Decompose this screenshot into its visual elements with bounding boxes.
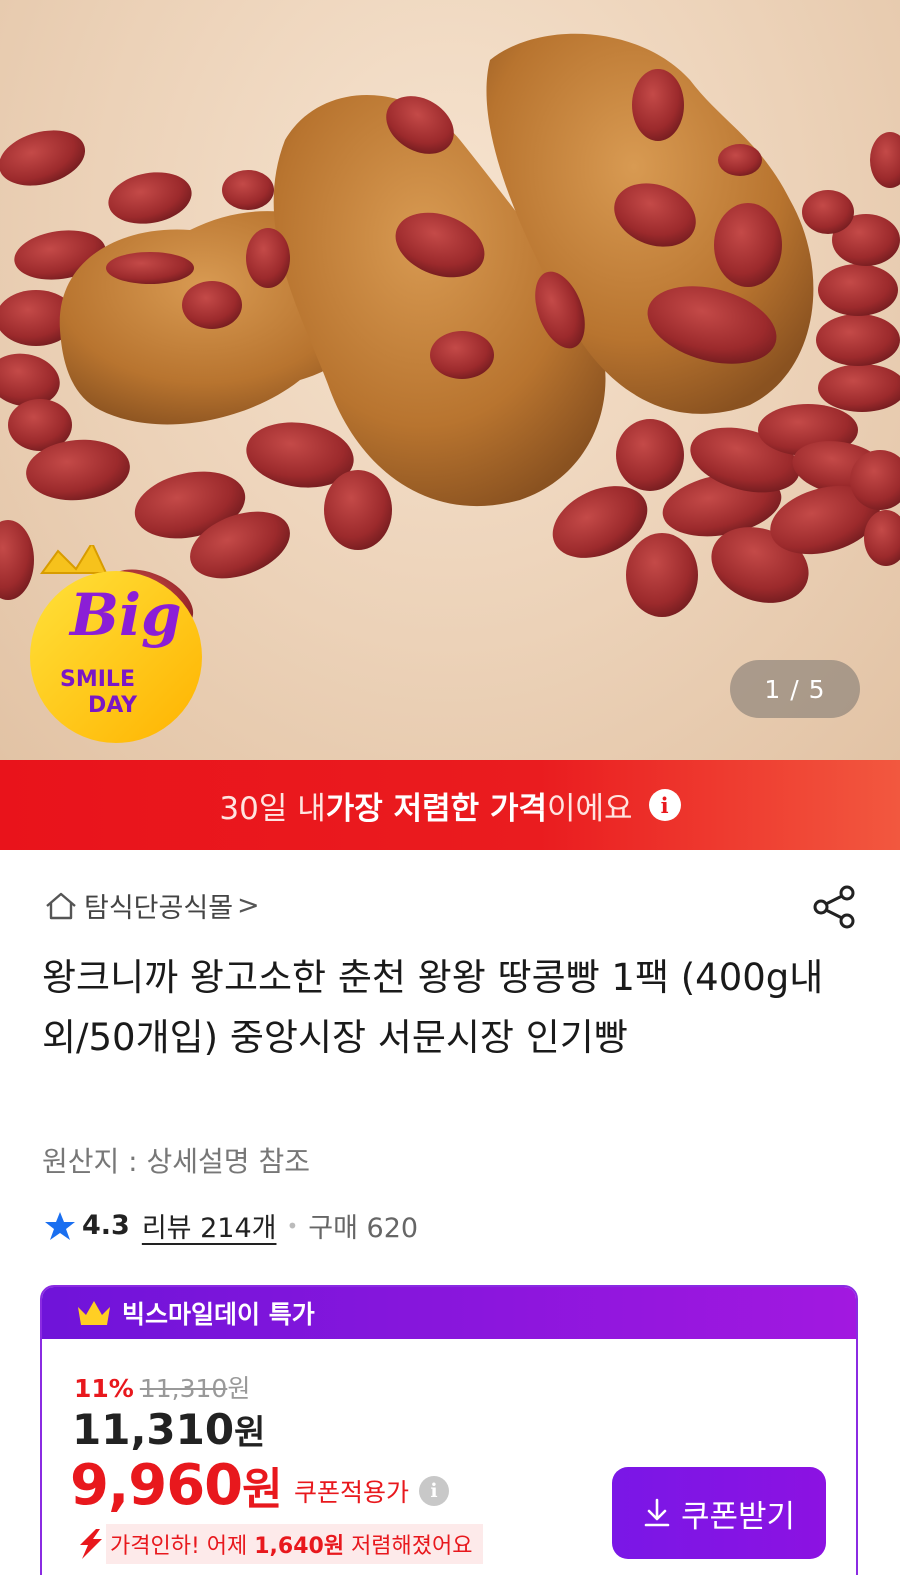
badge-smile-text: SMILE — [60, 667, 135, 692]
chevron-right-icon: > — [237, 890, 260, 921]
deal-card: 빅스마일데이 특가 11% 11,310 원 11,310원 9,960원 쿠폰… — [40, 1285, 858, 1575]
share-icon — [813, 885, 855, 929]
price-drop-text: 가격인하! 어제 1,640원 저렴해졌어요 — [106, 1524, 483, 1564]
product-image-gallery[interactable]: Big SMILE DAY 1 / 5 — [0, 0, 900, 760]
sale-price-unit: 원 — [234, 1413, 266, 1453]
sale-price: 11,310원 — [72, 1405, 265, 1454]
home-icon — [46, 892, 76, 919]
badge-big-text: Big — [70, 581, 182, 649]
star-icon — [45, 1211, 75, 1240]
big-smile-day-badge: Big SMILE DAY — [30, 545, 210, 745]
sale-price-value: 11,310 — [72, 1405, 235, 1454]
banner-suffix: 이에요 — [547, 790, 633, 827]
discount-percent: 11% — [74, 1374, 134, 1403]
down-arrow-icon — [80, 1529, 102, 1559]
drop-suffix: 저렴해졌어요 — [344, 1534, 473, 1559]
lowest-price-banner[interactable]: 30일 내 가장 저렴한 가격 이에요 i — [0, 760, 900, 850]
deal-header: 빅스마일데이 특가 — [42, 1287, 856, 1339]
drop-prefix: 가격인하! 어제 — [110, 1534, 255, 1559]
coupon-price-label: 쿠폰적용가 i — [294, 1473, 450, 1509]
purchase-count: 구매 620 — [308, 1213, 419, 1244]
badge-day-text: DAY — [88, 693, 138, 718]
banner-prefix: 30일 내 — [219, 790, 326, 827]
shop-link[interactable]: 탐식단공식몰 > — [44, 886, 260, 925]
rating-score: 4.3 — [82, 1210, 130, 1241]
separator-dot: • — [286, 1213, 299, 1238]
deal-header-title: 빅스마일데이 특가 — [122, 1300, 315, 1329]
info-icon[interactable]: i — [419, 1476, 450, 1506]
original-price-unit: 원 — [227, 1374, 251, 1403]
discount-row: 11% 11,310 원 — [74, 1369, 250, 1405]
price-drop-notice: 가격인하! 어제 1,640원 저렴해졌어요 — [76, 1524, 483, 1564]
shop-name: 탐식단공식몰 — [84, 893, 234, 924]
get-coupon-label: 쿠폰받기 — [680, 1498, 796, 1535]
product-title: 왕크니까 왕고소한 춘천 왕왕 땅콩빵 1팩 (400g내외/50개입) 중앙시… — [42, 956, 824, 1059]
coupon-label-text: 쿠폰적용가 — [294, 1478, 410, 1507]
share-button[interactable] — [812, 884, 858, 934]
info-icon[interactable]: i — [648, 789, 681, 821]
original-price: 11,310 — [139, 1374, 228, 1403]
coupon-price-unit: 원 — [242, 1464, 282, 1515]
download-icon — [644, 1498, 670, 1527]
banner-highlight: 가장 저렴한 가격 — [325, 790, 547, 827]
crown-icon — [78, 1301, 110, 1325]
get-coupon-button[interactable]: 쿠폰받기 — [612, 1467, 826, 1559]
rating-row: 4.3 리뷰 214개 • 구매 620 — [44, 1206, 418, 1245]
product-origin: 원산지 : 상세설명 참조 — [42, 1145, 310, 1178]
review-link[interactable]: 리뷰 214개 — [142, 1206, 277, 1245]
coupon-price-value: 9,960 — [70, 1453, 243, 1518]
image-counter: 1 / 5 — [730, 660, 860, 718]
drop-amount: 1,640원 — [254, 1534, 345, 1559]
coupon-price: 9,960원 — [70, 1453, 283, 1518]
